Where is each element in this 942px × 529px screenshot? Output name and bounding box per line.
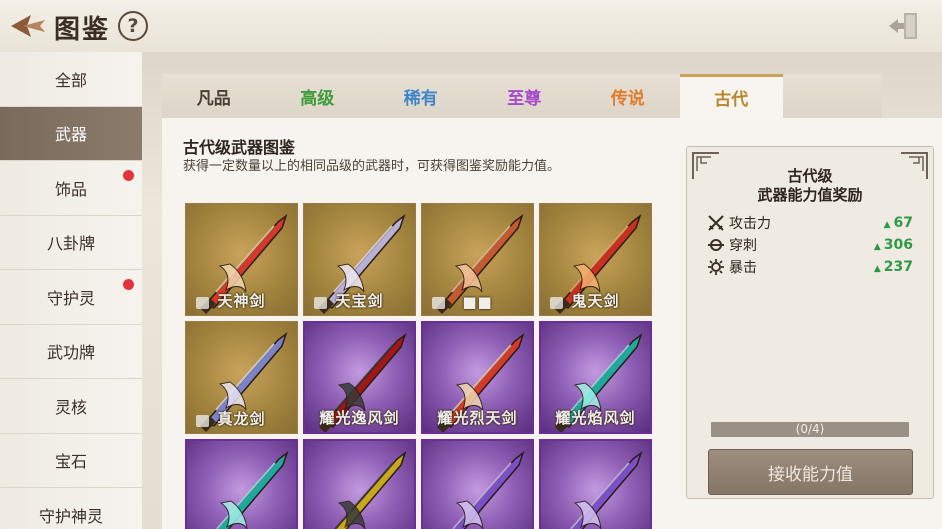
weapon-name: 天宝剑	[335, 292, 384, 310]
weapon-card[interactable]: 天宝剑	[303, 203, 416, 316]
weapon-name: 鬼天剑	[571, 292, 620, 310]
reward-title: 古代级 武器能力值奖励	[687, 167, 933, 205]
grade-tab[interactable]: 古代	[679, 74, 783, 118]
sidebar-item[interactable]: 守护灵	[0, 270, 142, 325]
weapon-name: 真龙剑	[217, 410, 266, 428]
stat-label: 穿刺	[729, 238, 757, 254]
top-header: 图鉴 ?	[0, 0, 942, 52]
sidebar-item-label: 守护神灵	[38, 506, 103, 526]
page-title: 图鉴	[54, 15, 111, 45]
sidebar-item[interactable]: 饰品	[0, 161, 142, 216]
grade-tab[interactable]: 高级	[266, 74, 370, 118]
reward-title-line2: 武器能力值奖励	[757, 186, 863, 204]
grade-tab[interactable]: 至尊	[473, 74, 577, 118]
reward-title-line1: 古代级	[787, 167, 833, 185]
weapon-card[interactable]	[421, 439, 534, 529]
sidebar-item-label: 宝石	[54, 452, 87, 472]
exit-button[interactable]	[886, 10, 920, 42]
sword-icon	[216, 450, 289, 529]
sidebar-item[interactable]: 全部	[0, 52, 142, 107]
stat-value: ▲ 237	[873, 259, 913, 275]
weapon-card[interactable]	[185, 439, 298, 529]
weapon-name: 耀光焰风剑	[555, 409, 636, 427]
sidebar-item-label: 灵核	[54, 397, 87, 417]
weapon-name: 耀光逸风剑	[319, 409, 400, 427]
weapon-card[interactable]: 耀光焰风剑	[539, 321, 652, 434]
weapon-card[interactable]: 真龙剑	[185, 321, 298, 434]
collection-progress-bar: (0/4)	[711, 422, 909, 437]
sidebar-item[interactable]: 八卦牌	[0, 216, 142, 270]
grade-tab[interactable]: 传说	[576, 74, 680, 118]
crossed-swords-icon	[708, 215, 724, 231]
notification-dot	[123, 170, 134, 181]
weapon-name: 天神剑	[217, 292, 266, 310]
sidebar-item[interactable]: 宝石	[0, 434, 142, 488]
weapon-grid: 天神剑 天宝剑 ■■ 鬼天剑真龙剑 耀光逸风剑 耀光烈天剑 耀光焰风剑	[185, 203, 655, 529]
weapon-card[interactable]	[539, 439, 652, 529]
stat-value: ▲ 306	[873, 237, 913, 253]
grade-tab[interactable]: 凡品	[162, 74, 266, 118]
sidebar-item[interactable]: 守护神灵	[0, 488, 142, 529]
gear-icon	[708, 259, 724, 275]
sidebar-item-label: 饰品	[54, 179, 87, 199]
back-button[interactable]	[8, 12, 48, 40]
sidebar-item[interactable]: 武功牌	[0, 325, 142, 379]
sword-icon	[452, 450, 525, 529]
notification-dot	[123, 279, 134, 290]
sidebar-item[interactable]: 灵核	[0, 379, 142, 434]
weapon-card[interactable]: 耀光逸风剑	[303, 321, 416, 434]
sidebar-item-label: 守护灵	[46, 288, 95, 308]
stat-row-attack: 攻击力 ▲ 67	[707, 212, 917, 234]
pierce-icon	[708, 239, 724, 251]
weapon-name: 耀光烈天剑	[437, 409, 518, 427]
section-description: 获得一定数量以上的相同品级的武器时，可获得图鉴奖励能力值。	[183, 159, 561, 174]
claim-reward-button[interactable]: 接收能力值	[708, 449, 913, 495]
category-sidebar: 全部武器饰品八卦牌守护灵武功牌灵核宝石守护神灵	[0, 52, 142, 529]
weapon-card[interactable]: 天神剑	[185, 203, 298, 316]
back-arrow-icon	[11, 15, 45, 37]
stat-row-crit: 暴击 ▲ 237	[707, 256, 917, 278]
sidebar-item-label: 全部	[54, 70, 87, 90]
reward-panel: 古代级 武器能力值奖励 攻击力 ▲ 67 穿刺 ▲ 306 暴击 ▲ 237 (0/4…	[686, 146, 934, 499]
stat-label: 暴击	[729, 260, 757, 276]
sidebar-item[interactable]: 武器	[0, 106, 142, 161]
stat-value: ▲ 67	[883, 215, 913, 231]
weapon-name: ■■	[462, 293, 493, 311]
sword-icon	[334, 450, 407, 529]
sidebar-item-label: 八卦牌	[46, 234, 95, 254]
help-button[interactable]: ?	[118, 11, 148, 41]
progress-text: (0/4)	[795, 422, 825, 436]
grade-tab[interactable]: 稀有	[369, 74, 473, 118]
weapon-card[interactable]: 耀光烈天剑	[421, 321, 534, 434]
weapon-card[interactable]: ■■	[421, 203, 534, 316]
stat-label: 攻击力	[729, 216, 771, 232]
grade-tabs: 凡品 高级 稀有 至尊 传说 古代	[162, 74, 882, 118]
sword-icon	[570, 450, 643, 529]
weapon-card[interactable]	[303, 439, 416, 529]
sidebar-item-label: 武器	[54, 125, 87, 145]
sidebar-item-label: 武功牌	[46, 343, 95, 363]
weapon-card[interactable]: 鬼天剑	[539, 203, 652, 316]
exit-door-icon	[889, 13, 917, 39]
stat-row-pierce: 穿刺 ▲ 306	[707, 234, 917, 256]
